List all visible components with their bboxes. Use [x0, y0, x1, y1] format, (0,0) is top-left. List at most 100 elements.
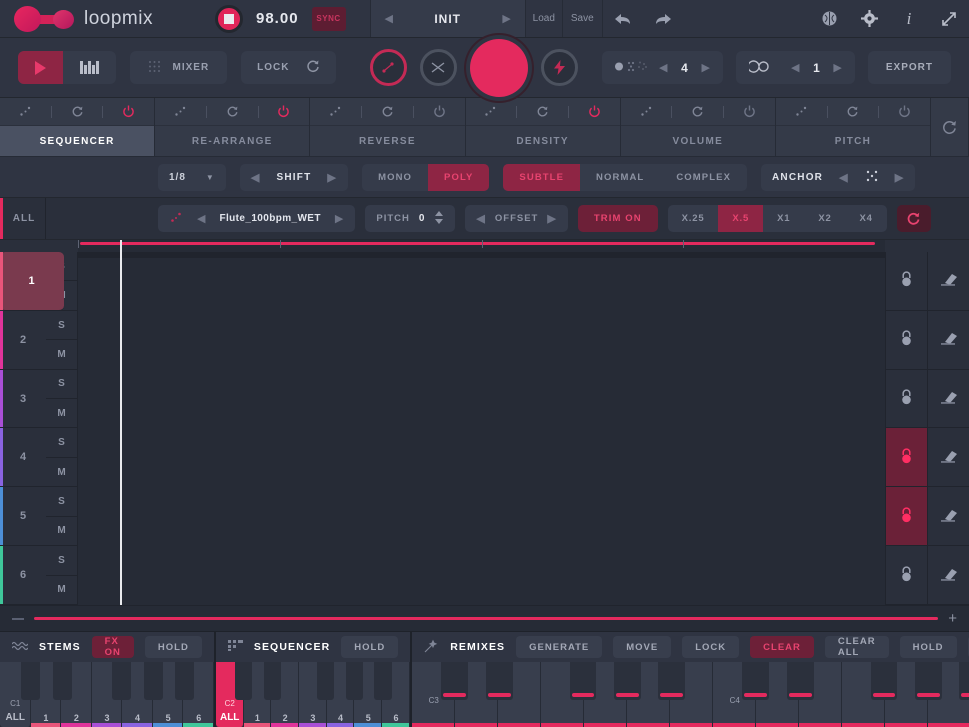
track-number-1[interactable]: 1 — [0, 252, 64, 311]
stems-black-key[interactable] — [174, 662, 194, 700]
zoom-x2[interactable]: X2 — [804, 205, 845, 232]
intensity-complex[interactable]: COMPLEX — [660, 164, 747, 191]
intensity-normal[interactable]: NORMAL — [580, 164, 660, 191]
lock-button-track-5[interactable] — [885, 487, 927, 547]
sample-scatter-icon[interactable] — [170, 211, 183, 227]
shift-next-icon[interactable]: ▶ — [327, 171, 337, 184]
lock-button-track-3[interactable] — [885, 369, 927, 429]
remix-lock-button[interactable]: LOCK — [682, 636, 740, 658]
stems-hold-button[interactable]: HOLD — [144, 636, 202, 658]
zoom-x-25[interactable]: X.25 — [668, 205, 719, 232]
lock-button-track-2[interactable] — [885, 310, 927, 370]
lock-button-track-4[interactable] — [885, 428, 927, 488]
sequencer-black-key[interactable] — [317, 662, 335, 700]
remixes-black-key[interactable] — [614, 662, 641, 700]
module-reset-icon[interactable] — [362, 105, 413, 118]
module-reset-icon[interactable] — [207, 105, 258, 118]
zoom-x4[interactable]: X4 — [846, 205, 887, 232]
mute-button-track-6[interactable]: M — [46, 575, 78, 604]
preset-next-icon[interactable]: ▶ — [502, 12, 510, 25]
repeat-prev-icon[interactable]: ◀ — [791, 61, 799, 74]
erase-button-track-6[interactable] — [927, 546, 969, 605]
erase-button-track-3[interactable] — [927, 369, 969, 429]
module-randomize-icon[interactable] — [310, 105, 361, 118]
remixes-black-key[interactable] — [915, 662, 942, 700]
timeline-progress-bar[interactable] — [34, 617, 939, 620]
module-power-icon[interactable] — [879, 105, 930, 118]
variations-next-icon[interactable]: ▶ — [701, 61, 709, 74]
remix-move-button[interactable]: MOVE — [613, 636, 672, 658]
sequencer-hold-button[interactable]: HOLD — [341, 636, 399, 658]
solo-button-track-5[interactable]: S — [46, 487, 78, 517]
shift-control[interactable]: ◀ SHIFT ▶ — [239, 163, 349, 191]
add-track-button[interactable]: + — [948, 610, 957, 627]
remix-clear-button[interactable]: CLEAR — [750, 636, 814, 658]
offset-next-icon[interactable]: ▶ — [547, 212, 556, 225]
module-reset-icon[interactable] — [52, 105, 103, 118]
module-reset-icon[interactable] — [672, 105, 723, 118]
module-randomize-icon[interactable] — [0, 105, 51, 118]
module-power-icon[interactable] — [103, 105, 154, 118]
undo-button[interactable] — [603, 0, 643, 37]
repeat-next-icon[interactable]: ▶ — [833, 61, 841, 74]
gear-icon[interactable] — [849, 0, 889, 37]
remixes-black-key[interactable] — [658, 662, 685, 700]
stems-keyboard[interactable]: C1 ALL 1 2 3 4 5 6 — [0, 662, 214, 727]
mute-button-track-3[interactable]: M — [46, 399, 78, 428]
main-generate-knob[interactable] — [469, 38, 528, 97]
stems-black-key[interactable] — [20, 662, 40, 700]
remix-hold-button[interactable]: HOLD — [899, 636, 957, 658]
lock-button[interactable]: LOCK — [241, 51, 336, 84]
module-power-icon[interactable] — [724, 105, 775, 118]
module-tab-reverse[interactable]: REVERSE — [310, 126, 465, 156]
track-number-6[interactable]: 6 — [0, 546, 46, 605]
stop-button[interactable] — [215, 4, 243, 33]
anchor-prev-icon[interactable]: ◀ — [839, 171, 849, 184]
morph-knob[interactable] — [369, 49, 407, 86]
remix-generate-button[interactable]: GENERATE — [516, 636, 603, 658]
module-reset-icon[interactable] — [828, 105, 879, 118]
mute-button-track-4[interactable]: M — [46, 457, 78, 487]
anchor-next-icon[interactable]: ▶ — [895, 171, 905, 184]
info-icon[interactable]: i — [889, 0, 929, 37]
sample-next-icon[interactable]: ▶ — [335, 212, 343, 225]
sequencer-black-key[interactable] — [346, 662, 364, 700]
erase-button-track-2[interactable] — [927, 310, 969, 370]
bpm-value[interactable]: 98.00 — [256, 10, 299, 27]
stems-fx-button[interactable]: FX ON — [91, 636, 134, 658]
zoom-x1[interactable]: X1 — [763, 205, 804, 232]
remixes-black-key[interactable] — [486, 662, 513, 700]
erase-button-track-5[interactable] — [927, 487, 969, 547]
module-randomize-icon[interactable] — [466, 105, 517, 118]
solo-button-track-4[interactable]: S — [46, 428, 78, 458]
sequencer-black-key[interactable] — [234, 662, 252, 700]
lock-button-track-1[interactable] — [885, 252, 927, 311]
solo-button-track-6[interactable]: S — [46, 546, 78, 576]
save-button[interactable]: Save — [563, 0, 603, 37]
mute-button-track-2[interactable]: M — [46, 340, 78, 369]
all-tracks-button[interactable]: ALL — [0, 198, 46, 239]
module-randomize-icon[interactable] — [155, 105, 206, 118]
preset-prev-icon[interactable]: ◀ — [385, 12, 393, 25]
voice-mode-mono[interactable]: MONO — [362, 164, 428, 191]
shift-prev-icon[interactable]: ◀ — [251, 171, 261, 184]
module-power-icon[interactable] — [259, 105, 310, 118]
remixes-black-key[interactable] — [787, 662, 814, 700]
remixes-black-key[interactable] — [569, 662, 597, 700]
module-randomize-icon[interactable] — [776, 105, 827, 118]
grid-cells[interactable] — [78, 240, 885, 605]
load-button[interactable]: Load — [526, 0, 563, 37]
shuffle-knob[interactable] — [419, 49, 457, 86]
offset-control[interactable]: ◀ OFFSET ▶ — [465, 205, 568, 232]
sample-prev-icon[interactable]: ◀ — [197, 212, 205, 225]
module-power-icon[interactable] — [414, 105, 465, 118]
global-refresh-icon[interactable] — [931, 98, 969, 156]
track-number-2[interactable]: 2 — [0, 310, 46, 370]
trim-toggle[interactable]: TRIM ON — [577, 205, 658, 232]
module-tab-sequencer[interactable]: SEQUENCER — [0, 126, 155, 156]
module-randomize-icon[interactable] — [621, 105, 672, 118]
stems-black-key[interactable] — [52, 662, 72, 700]
solo-button-track-2[interactable]: S — [46, 310, 78, 341]
remixes-black-key[interactable] — [441, 662, 469, 700]
anchor-control[interactable]: ANCHOR ◀ ▶ — [761, 163, 916, 191]
